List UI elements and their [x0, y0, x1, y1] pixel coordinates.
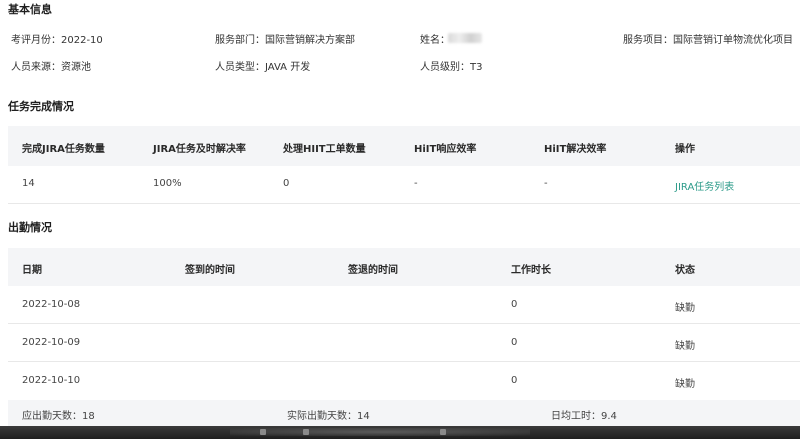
att-row-hours: 0 [511, 337, 518, 348]
task-row-divider [8, 203, 800, 204]
type-label: 人员类型： [215, 62, 265, 73]
attendance-section-title: 出勤情况 [8, 221, 52, 234]
att-col-date: 日期 [22, 265, 42, 276]
task-col-hiit-response: HiIT响应效率 [414, 144, 477, 155]
att-row-date: 2022-10-09 [22, 337, 81, 348]
att-col-checkout: 签退的时间 [348, 265, 398, 276]
task-col-action: 操作 [675, 144, 695, 155]
review-month-value: 2022-10 [61, 35, 103, 46]
project-value: 国际营销订单物流优化项目 [673, 35, 793, 46]
task-cell-jira-rate: 100% [153, 178, 182, 189]
att-col-checkin: 签到的时间 [185, 265, 235, 276]
dock-glow [230, 428, 530, 436]
task-col-jira-rate: JIRA任务及时解决率 [153, 144, 246, 155]
name-value-redacted [448, 33, 482, 43]
task-col-jira-count: 完成JIRA任务数量 [22, 144, 105, 155]
att-row-status: 缺勤 [675, 379, 695, 390]
avg-hours: 日均工时：9.4 [551, 407, 617, 422]
type-value: JAVA 开发 [265, 62, 311, 73]
basic-info-title: 基本信息 [8, 3, 52, 16]
att-col-status: 状态 [675, 265, 695, 276]
task-col-hiit-resolve: HiIT解决效率 [544, 144, 607, 155]
actual-days-value: 14 [357, 411, 370, 422]
expected-days: 应出勤天数：18 [22, 407, 95, 422]
att-row-status: 缺勤 [675, 303, 695, 314]
task-col-hiit-count: 处理HIIT工单数量 [283, 144, 366, 155]
expected-days-value: 18 [82, 411, 95, 422]
avg-hours-value: 9.4 [601, 411, 617, 422]
task-cell-hiit-count: 0 [283, 178, 290, 189]
task-cell-hiit-resolve: - [544, 178, 548, 189]
att-row-hours: 0 [511, 299, 518, 310]
dept-field: 服务部门：国际营销解决方案部 [215, 31, 355, 46]
avg-hours-label: 日均工时： [551, 411, 601, 422]
source-field: 人员来源：资源池 [11, 58, 91, 73]
att-row-date: 2022-10-10 [22, 375, 81, 386]
type-field: 人员类型：JAVA 开发 [215, 58, 310, 73]
dock-app-icon[interactable] [260, 429, 266, 435]
dept-label: 服务部门： [215, 35, 265, 46]
dock-app-icon[interactable] [303, 429, 309, 435]
level-field: 人员级别：T3 [420, 58, 482, 73]
att-row-date: 2022-10-08 [22, 299, 81, 310]
actual-days: 实际出勤天数：14 [287, 407, 370, 422]
source-value: 资源池 [61, 62, 91, 73]
att-row-status: 缺勤 [675, 341, 695, 352]
review-month-field: 考评月份：2022-10 [11, 31, 103, 46]
jira-task-list-link[interactable]: JIRA任务列表 [675, 178, 734, 193]
attendance-summary-bar [8, 400, 800, 426]
dock-app-icon[interactable] [440, 429, 446, 435]
att-row-hours: 0 [511, 375, 518, 386]
task-cell-hiit-response: - [414, 178, 418, 189]
dept-value: 国际营销解决方案部 [265, 35, 355, 46]
expected-days-label: 应出勤天数： [22, 411, 82, 422]
os-dock-bar [0, 426, 800, 439]
level-value: T3 [470, 62, 483, 73]
actual-days-label: 实际出勤天数： [287, 411, 357, 422]
task-section-title: 任务完成情况 [8, 100, 74, 113]
name-field: 姓名： [420, 31, 450, 46]
att-row-divider [8, 323, 800, 324]
project-label: 服务项目： [623, 35, 673, 46]
level-label: 人员级别： [420, 62, 470, 73]
att-row-divider [8, 361, 800, 362]
source-label: 人员来源： [11, 62, 61, 73]
name-label: 姓名： [420, 35, 450, 46]
project-field: 服务项目：国际营销订单物流优化项目 [623, 31, 793, 46]
task-cell-jira-count: 14 [22, 178, 35, 189]
review-month-label: 考评月份： [11, 35, 61, 46]
att-col-hours: 工作时长 [511, 265, 551, 276]
